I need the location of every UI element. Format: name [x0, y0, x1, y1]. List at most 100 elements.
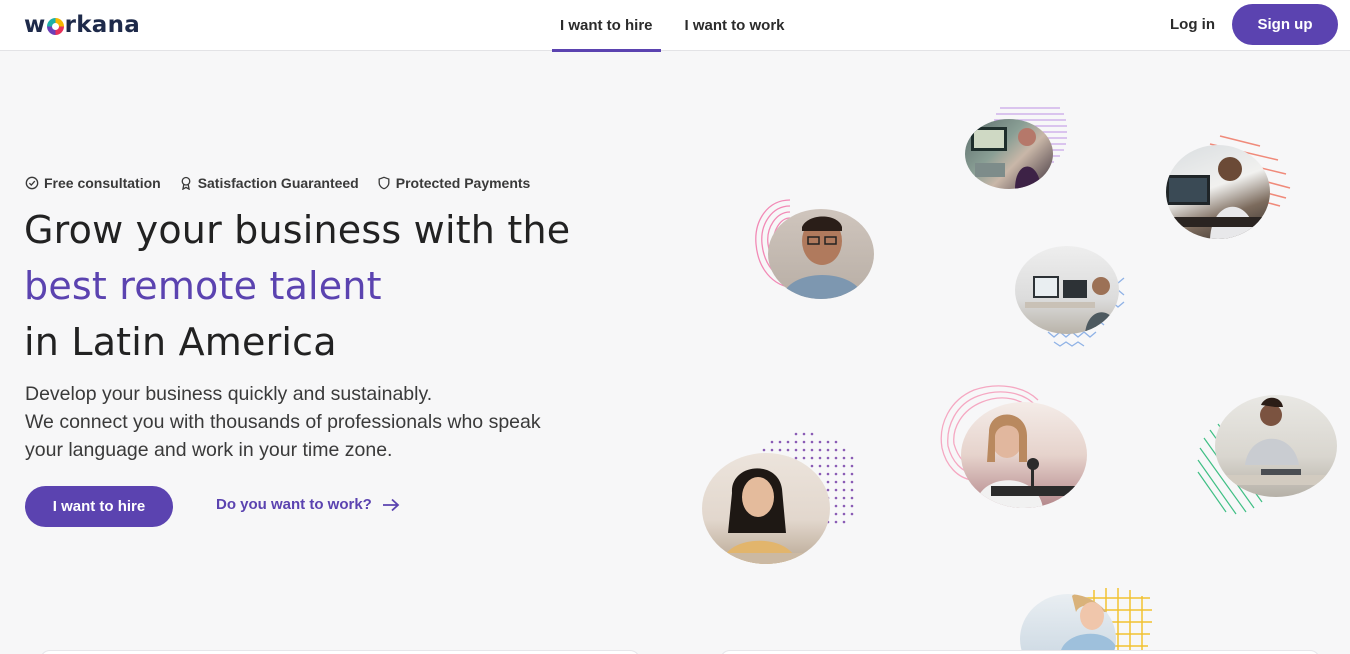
pattern-dot: [826, 448, 830, 452]
pattern-dot: [834, 448, 838, 452]
arrow-right-icon: [382, 498, 400, 511]
photo-illustration: [1225, 397, 1329, 485]
pattern-dot: [818, 448, 822, 452]
work-cta-label: Do you want to work?: [216, 496, 372, 513]
pattern-dot: [810, 464, 814, 468]
check-circle-icon: [25, 176, 39, 190]
tab-i-want-to-hire[interactable]: I want to hire: [552, 0, 661, 52]
photo-illustration: [1025, 276, 1119, 334]
photo-illustration: [702, 468, 830, 564]
pattern-dot: [834, 520, 838, 524]
photo-woman-laptop-floor: [1215, 395, 1337, 497]
tab-i-want-to-work[interactable]: I want to work: [677, 0, 793, 51]
workana-logo[interactable]: w rkana: [24, 9, 140, 41]
pattern-dot: [810, 440, 814, 444]
badge-satisfaction: Satisfaction Guaranteed: [179, 175, 359, 191]
pattern-dot: [842, 512, 846, 516]
pattern-dot: [826, 472, 830, 476]
photo-woman-presenting: [965, 119, 1053, 189]
bottom-card-left: [40, 650, 640, 654]
pattern-dot: [850, 496, 854, 500]
pattern-dot: [834, 464, 838, 468]
pattern-dot: [826, 488, 830, 492]
pattern-dot: [834, 488, 838, 492]
pattern-dot: [802, 448, 806, 452]
hero-description-line-2: We connect you with thousands of profess…: [25, 411, 541, 433]
pattern-dot: [834, 496, 838, 500]
photo-man-headset: [1166, 145, 1270, 239]
pattern-dot: [778, 448, 782, 452]
hero-title-line-3: in Latin America: [24, 320, 337, 364]
pattern-dot: [810, 456, 814, 460]
pattern-dot: [818, 464, 822, 468]
pattern-dot: [850, 504, 854, 508]
pattern-dot: [826, 440, 830, 444]
photo-illustration: [971, 127, 1041, 189]
top-nav-bar: w rkana I want to hire I want to work Log…: [0, 0, 1350, 52]
nav-tabs: I want to hire I want to work: [552, 0, 809, 52]
pattern-dot: [770, 440, 774, 444]
pattern-dot: [842, 488, 846, 492]
hero-description-line-3: your language and work in your time zone…: [25, 439, 393, 461]
photo-man-smiling-glasses: [768, 209, 874, 299]
pattern-dot: [850, 464, 854, 468]
hire-cta-button[interactable]: I want to hire: [25, 486, 173, 527]
trust-badges: Free consultation Satisfaction Guarantee…: [25, 175, 530, 191]
pattern-dot: [810, 432, 814, 436]
pattern-dot: [842, 496, 846, 500]
work-cta-link[interactable]: Do you want to work?: [216, 496, 400, 513]
pattern-dot: [802, 432, 806, 436]
badge-free-consultation: Free consultation: [25, 175, 161, 191]
pattern-dot: [770, 448, 774, 452]
login-link[interactable]: Log in: [1170, 16, 1215, 33]
photo-illustration: [1166, 157, 1270, 239]
hero-title-line-1: Grow your business with the: [24, 208, 571, 252]
award-ribbon-icon: [181, 176, 191, 190]
pattern-dot: [834, 456, 838, 460]
pattern-dot: [826, 480, 830, 484]
pattern-dot: [850, 472, 854, 476]
pattern-dot: [818, 440, 822, 444]
hero-title-line-2: best remote talent: [24, 264, 382, 308]
pattern-dot: [778, 440, 782, 444]
pattern-dot: [818, 472, 822, 476]
pattern-dot: [850, 512, 854, 516]
pattern-dot: [810, 448, 814, 452]
shield-icon: [378, 176, 390, 190]
signup-button[interactable]: Sign up: [1232, 4, 1338, 45]
pattern-dot: [842, 456, 846, 460]
hero-description-line-1: Develop your business quickly and sustai…: [25, 383, 433, 405]
pattern-dot: [842, 504, 846, 508]
pattern-dot: [842, 448, 846, 452]
pattern-dot: [786, 448, 790, 452]
pattern-dot: [802, 440, 806, 444]
logo-text-w: w: [24, 12, 46, 38]
pattern-dot: [834, 472, 838, 476]
pattern-dot: [794, 440, 798, 444]
badge-label: Satisfaction Guaranteed: [197, 175, 359, 191]
hero-description: Develop your business quickly and sustai…: [25, 380, 665, 464]
badge-protected-payments: Protected Payments: [377, 175, 531, 191]
photo-woman-podcast: [961, 402, 1087, 508]
pattern-dot: [794, 448, 798, 452]
badge-label: Free consultation: [44, 175, 161, 191]
photo-illustration: [975, 414, 1075, 508]
pattern-dot: [826, 456, 830, 460]
pattern-dot: [850, 480, 854, 484]
pattern-dot: [818, 456, 822, 460]
photo-woman-thinking: [702, 453, 830, 564]
photo-man-at-computer: [1015, 246, 1119, 334]
pattern-dot: [842, 520, 846, 524]
pattern-dot: [850, 456, 854, 460]
pattern-dot: [762, 448, 766, 452]
pattern-dot: [842, 464, 846, 468]
pattern-dot: [802, 456, 806, 460]
pattern-dot: [842, 480, 846, 484]
pattern-dot: [826, 464, 830, 468]
pattern-dot: [842, 472, 846, 476]
photo-illustration: [782, 216, 864, 299]
pattern-dot: [834, 480, 838, 484]
pattern-dot: [834, 512, 838, 516]
logo-o-icon: [46, 17, 64, 35]
badge-label: Protected Payments: [395, 175, 531, 191]
